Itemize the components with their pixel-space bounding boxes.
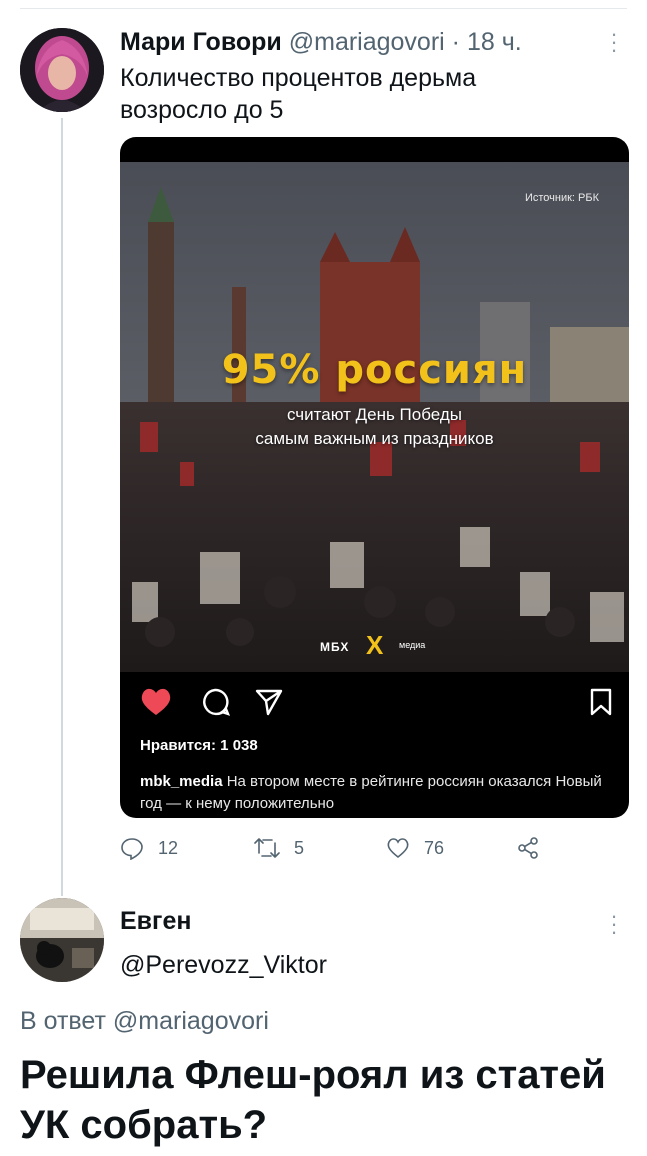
tweet-actions: 12 5 76 bbox=[120, 836, 560, 862]
send-icon bbox=[254, 687, 284, 722]
author-handle[interactable]: @mariagovori bbox=[289, 28, 445, 56]
share-icon bbox=[518, 837, 538, 859]
embed-source: Источник: РБК bbox=[524, 192, 599, 204]
tweet-text: Количество процентов дерьма возросло до … bbox=[120, 64, 477, 124]
reply-mention-link[interactable]: @mariagovori bbox=[113, 1007, 269, 1035]
share-button[interactable] bbox=[516, 836, 540, 860]
author-avatar[interactable] bbox=[20, 28, 104, 112]
like-count: 76 bbox=[424, 837, 445, 858]
top-divider bbox=[20, 8, 627, 9]
reply-avatar-photo bbox=[20, 898, 104, 982]
avatar-photo bbox=[20, 28, 104, 112]
embedded-photo: Источник: РБК 95% россиян считают День П… bbox=[120, 162, 629, 672]
more-vertical-icon[interactable]: · · · bbox=[609, 905, 619, 943]
caption-username: mbk_media bbox=[140, 773, 223, 790]
like-button[interactable]: 76 bbox=[386, 836, 444, 860]
embed-headline: 95% россиян bbox=[221, 347, 528, 393]
retweet-icon bbox=[254, 838, 280, 858]
thread-connector bbox=[61, 118, 63, 896]
heart-outline-icon bbox=[387, 838, 409, 859]
instagram-caption: mbk_media На втором месте в рейтинге рос… bbox=[140, 771, 610, 815]
retweet-count: 5 bbox=[294, 837, 305, 858]
reply-text: Решила Флеш-роял из статей УК собрать? bbox=[20, 1053, 606, 1147]
heart-icon bbox=[140, 687, 172, 722]
embed-logo-text: МБХ bbox=[320, 640, 350, 654]
author-name[interactable]: Мари Говори bbox=[120, 28, 282, 56]
tweet-header: Мари Говори @mariagovori · 18 ч. bbox=[120, 27, 522, 57]
tweet-timestamp[interactable]: 18 ч. bbox=[467, 28, 522, 56]
embed-logo-small: медиа bbox=[399, 640, 426, 650]
instagram-actions bbox=[120, 687, 629, 727]
reply-author-name[interactable]: Евген bbox=[120, 906, 191, 936]
bookmark-icon bbox=[588, 687, 614, 722]
reply-author-handle[interactable]: @Perevozz_Viktor bbox=[120, 950, 327, 980]
embedded-image-card[interactable]: Источник: РБК 95% россиян считают День П… bbox=[120, 137, 629, 818]
embed-logo-mark: X bbox=[366, 630, 384, 660]
header-separator: · bbox=[451, 28, 460, 56]
reply-context: В ответ @mariagovori bbox=[20, 1006, 269, 1036]
comment-icon bbox=[200, 687, 231, 722]
reply-author-avatar[interactable] bbox=[20, 898, 104, 982]
reply-button[interactable]: 12 bbox=[120, 836, 178, 860]
embed-subline-2: самым важным из праздников bbox=[255, 429, 494, 448]
retweet-button[interactable]: 5 bbox=[254, 836, 304, 860]
reply-prefix: В ответ bbox=[20, 1007, 106, 1035]
more-vertical-icon[interactable]: · · · bbox=[609, 23, 619, 61]
instagram-likes: Нравится: 1 038 bbox=[140, 737, 258, 754]
embed-subline-1: считают День Победы bbox=[287, 405, 462, 424]
reply-icon bbox=[121, 838, 143, 860]
reply-count: 12 bbox=[158, 837, 179, 858]
